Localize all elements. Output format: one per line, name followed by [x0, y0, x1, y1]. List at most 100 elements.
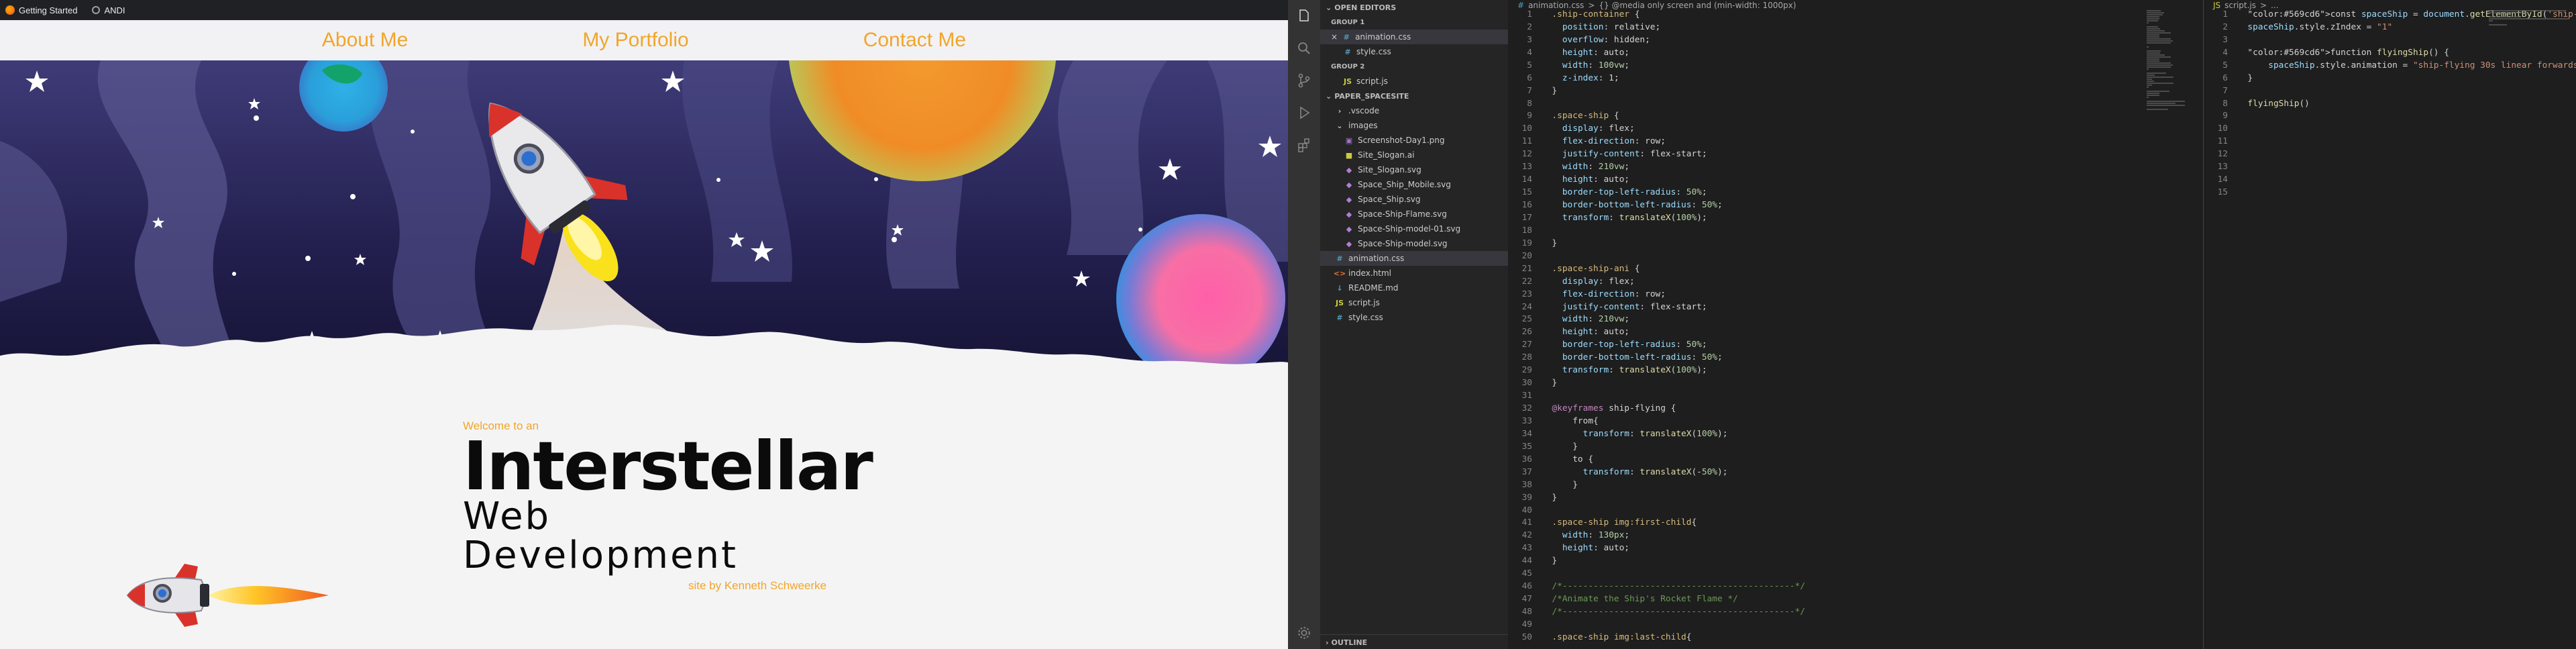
- code-line[interactable]: 11 flex-direction: row;: [1508, 135, 2203, 148]
- code-line[interactable]: 12 justify-content: flex-start;: [1508, 148, 2203, 160]
- minimap[interactable]: [2489, 9, 2569, 26]
- code-line[interactable]: 3 overflow: hidden;: [1508, 34, 2203, 46]
- tree-file[interactable]: JS script.js: [1320, 295, 1508, 310]
- explorer-icon[interactable]: [1288, 0, 1320, 32]
- code-line[interactable]: 15 border-top-left-radius: 50%;: [1508, 186, 2203, 199]
- code-line[interactable]: 3: [2204, 34, 2576, 46]
- code-line[interactable]: 45: [1508, 567, 2203, 580]
- minimap[interactable]: [2147, 9, 2194, 110]
- code-line[interactable]: 10: [2204, 122, 2576, 135]
- code-area[interactable]: 1 .ship-container {2 position: relative;…: [1508, 8, 2203, 644]
- code-line[interactable]: 46 /*-----------------------------------…: [1508, 580, 2203, 593]
- tree-folder[interactable]: ⌄ images: [1320, 118, 1508, 133]
- code-line[interactable]: 16 border-bottom-left-radius: 50%;: [1508, 199, 2203, 211]
- code-line[interactable]: 25 width: 210vw;: [1508, 313, 2203, 326]
- code-line[interactable]: 31: [1508, 389, 2203, 402]
- open-editor-item[interactable]: × # animation.css: [1320, 30, 1508, 44]
- code-line[interactable]: 5 spaceShip.style.animation = "ship-flyi…: [2204, 59, 2576, 72]
- js-editor[interactable]: JS script.js > ... 1 "color:#569cd6">con…: [2203, 0, 2576, 649]
- code-line[interactable]: 13 width: 210vw;: [1508, 160, 2203, 173]
- code-line[interactable]: 41 .space-ship img:first-child{: [1508, 517, 2203, 530]
- code-line[interactable]: 34 transform: translateX(100%);: [1508, 428, 2203, 440]
- code-line[interactable]: 9: [2204, 110, 2576, 123]
- code-line[interactable]: 48 /*-----------------------------------…: [1508, 605, 2203, 618]
- tree-file[interactable]: ◆ Space-Ship-Flame.svg: [1320, 207, 1508, 221]
- tree-file[interactable]: # style.css: [1320, 310, 1508, 325]
- bookmark-getting-started[interactable]: Getting Started: [5, 5, 77, 15]
- search-icon[interactable]: [1288, 32, 1320, 64]
- code-line[interactable]: 1 .ship-container {: [1508, 8, 2203, 21]
- open-editors-header[interactable]: ⌄ OPEN EDITORS: [1320, 0, 1508, 15]
- nav-about-me[interactable]: About Me: [322, 29, 408, 52]
- code-line[interactable]: 38 }: [1508, 479, 2203, 491]
- tree-file[interactable]: ◆ Space-Ship-model-01.svg: [1320, 221, 1508, 236]
- code-line[interactable]: 49: [1508, 618, 2203, 631]
- code-line[interactable]: 6 z-index: 1;: [1508, 72, 2203, 85]
- code-line[interactable]: 17 transform: translateX(100%);: [1508, 211, 2203, 224]
- tree-file[interactable]: <> index.html: [1320, 266, 1508, 281]
- code-line[interactable]: 30 }: [1508, 377, 2203, 389]
- code-line[interactable]: 50 .space-ship img:last-child{: [1508, 631, 2203, 644]
- tree-file[interactable]: ■ Site_Slogan.ai: [1320, 148, 1508, 162]
- code-line[interactable]: 19 }: [1508, 237, 2203, 250]
- outline-panel-header[interactable]: › OUTLINE: [1320, 634, 1508, 649]
- code-line[interactable]: 2 position: relative;: [1508, 21, 2203, 34]
- code-line[interactable]: 10 display: flex;: [1508, 122, 2203, 135]
- code-line[interactable]: 14 height: auto;: [1508, 173, 2203, 186]
- code-line[interactable]: 5 width: 100vw;: [1508, 59, 2203, 72]
- code-line[interactable]: 12: [2204, 148, 2576, 160]
- code-line[interactable]: 20: [1508, 250, 2203, 262]
- code-line[interactable]: 36 to {: [1508, 453, 2203, 466]
- css-editor[interactable]: # animation.css > {} @media only screen …: [1508, 0, 2203, 649]
- code-line[interactable]: 35 }: [1508, 440, 2203, 453]
- settings-gear-icon[interactable]: [1288, 617, 1320, 649]
- open-editor-item[interactable]: JS script.js: [1320, 74, 1508, 89]
- code-line[interactable]: 9 .space-ship {: [1508, 110, 2203, 123]
- open-editor-item[interactable]: # style.css: [1320, 44, 1508, 59]
- code-line[interactable]: 27 border-top-left-radius: 50%;: [1508, 338, 2203, 351]
- tree-folder[interactable]: › .vscode: [1320, 103, 1508, 118]
- code-line[interactable]: 15: [2204, 186, 2576, 199]
- code-line[interactable]: 4 height: auto;: [1508, 46, 2203, 59]
- code-line[interactable]: 7: [2204, 85, 2576, 97]
- outline-header[interactable]: › OUTLINE: [1320, 635, 1508, 649]
- code-line[interactable]: 33 from{: [1508, 415, 2203, 428]
- code-line[interactable]: 47 /*Animate the Ship's Rocket Flame */: [1508, 593, 2203, 605]
- code-line[interactable]: 32 @keyframes ship-flying {: [1508, 402, 2203, 415]
- code-line[interactable]: 40: [1508, 504, 2203, 517]
- extensions-icon[interactable]: [1288, 129, 1320, 161]
- nav-contact-me[interactable]: Contact Me: [863, 29, 966, 52]
- code-line[interactable]: 13: [2204, 160, 2576, 173]
- code-line[interactable]: 43 height: auto;: [1508, 542, 2203, 554]
- code-line[interactable]: 21 .space-ship-ani {: [1508, 262, 2203, 275]
- code-line[interactable]: 6 }: [2204, 72, 2576, 85]
- tree-file[interactable]: ◆ Space-Ship-model.svg: [1320, 236, 1508, 251]
- code-line[interactable]: 23 flex-direction: row;: [1508, 288, 2203, 301]
- code-line[interactable]: 7 }: [1508, 85, 2203, 97]
- tree-file[interactable]: ↓ README.md: [1320, 281, 1508, 295]
- code-line[interactable]: 8 flyingShip(): [2204, 97, 2576, 110]
- code-line[interactable]: 18: [1508, 224, 2203, 237]
- code-line[interactable]: 29 transform: translateX(100%);: [1508, 364, 2203, 377]
- code-line[interactable]: 26 height: auto;: [1508, 326, 2203, 338]
- project-folder-header[interactable]: ⌄ PAPER_SPACESITE: [1320, 89, 1508, 103]
- code-line[interactable]: 28 border-bottom-left-radius: 50%;: [1508, 351, 2203, 364]
- code-line[interactable]: 37 transform: translateX(-50%);: [1508, 466, 2203, 479]
- tree-file[interactable]: ◆ Site_Slogan.svg: [1320, 162, 1508, 177]
- tree-file[interactable]: ◆ Space_Ship.svg: [1320, 192, 1508, 207]
- tree-file[interactable]: ◆ Space_Ship_Mobile.svg: [1320, 177, 1508, 192]
- code-line[interactable]: 11: [2204, 135, 2576, 148]
- code-line[interactable]: 24 justify-content: flex-start;: [1508, 301, 2203, 313]
- bookmark-andi[interactable]: ANDI: [92, 5, 125, 15]
- code-line[interactable]: 14: [2204, 173, 2576, 186]
- code-line[interactable]: 8: [1508, 97, 2203, 110]
- code-line[interactable]: 22 display: flex;: [1508, 275, 2203, 288]
- tree-file[interactable]: # animation.css: [1320, 251, 1508, 266]
- code-line[interactable]: 39 }: [1508, 491, 2203, 504]
- run-debug-icon[interactable]: [1288, 97, 1320, 129]
- code-line[interactable]: 4 "color:#569cd6">function flyingShip() …: [2204, 46, 2576, 59]
- code-area[interactable]: 1 "color:#569cd6">const spaceShip = docu…: [2204, 8, 2576, 199]
- nav-my-portfolio[interactable]: My Portfolio: [582, 29, 688, 52]
- source-control-icon[interactable]: [1288, 64, 1320, 97]
- code-line[interactable]: 42 width: 130px;: [1508, 529, 2203, 542]
